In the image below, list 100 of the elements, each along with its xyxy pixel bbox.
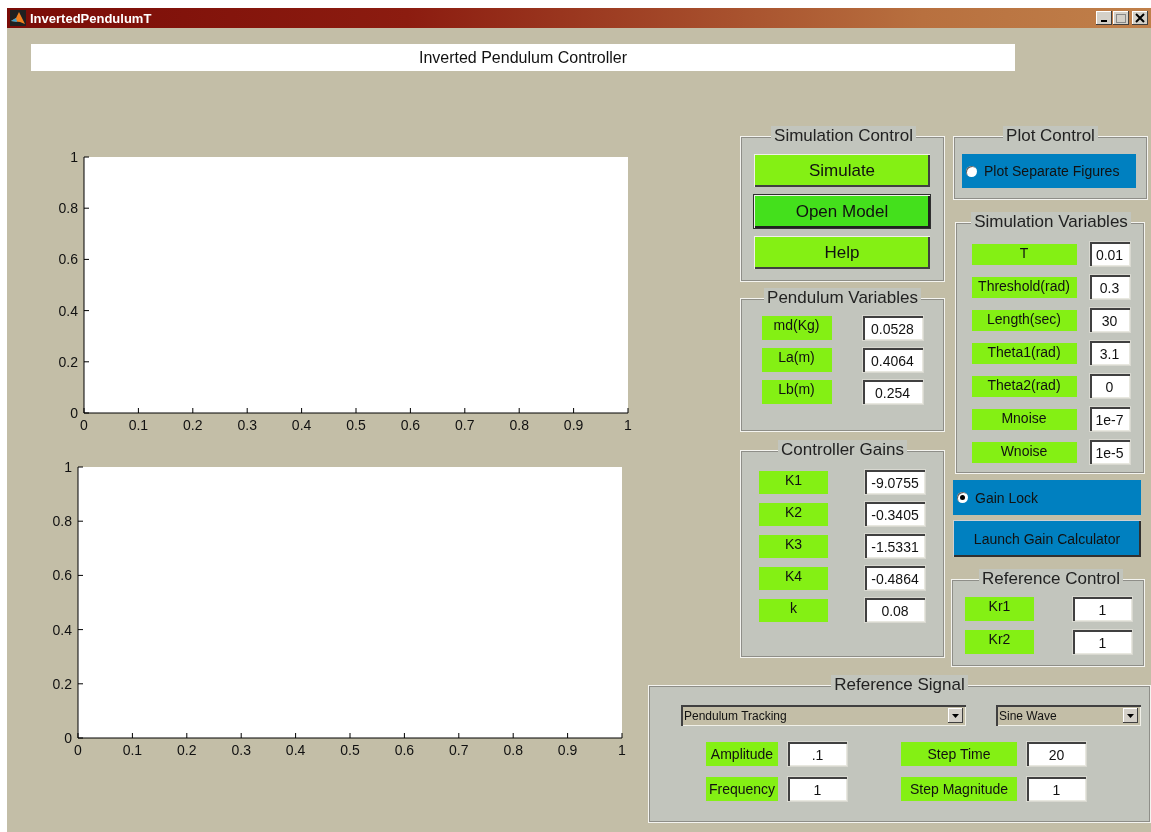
input-field[interactable]: 0.01 [1089,242,1130,266]
close-icon [1135,13,1145,23]
tick-label: 0.6 [394,742,415,758]
dropdown-button[interactable] [1123,708,1138,723]
minimize-icon [1101,20,1107,22]
input-field[interactable]: 0.3 [1089,275,1130,299]
maximize-button[interactable] [1113,11,1129,25]
field-label: La(m) [761,348,832,372]
app-icon [10,10,26,26]
field-label: Step Magnitude [901,777,1017,801]
tick-label: 0.2 [183,417,203,433]
input-field[interactable]: 1e-7 [1089,407,1130,431]
close-button[interactable] [1132,11,1148,25]
tick-label: 0.8 [58,200,78,217]
action-button[interactable]: Simulate [754,154,930,187]
tick-label: 0.3 [231,742,251,758]
input-field[interactable]: 3.1 [1089,341,1130,365]
input-field[interactable]: .1 [788,742,847,766]
maximize-icon [1116,13,1126,23]
tick-label: 0.4 [52,621,72,638]
tick-label: 0.7 [449,742,469,758]
action-button[interactable]: Open Model [754,195,930,228]
tick-label: 0 [74,742,82,758]
field-label: Kr2 [965,630,1034,654]
input-field[interactable]: -1.5331 [865,534,925,558]
input-field[interactable]: 0.4064 [862,348,923,372]
tick-label: 0.1 [128,417,149,433]
input-field[interactable]: -0.3405 [865,502,925,526]
input-field[interactable]: -0.4864 [865,566,925,590]
caret-icon [952,713,959,718]
field-label: Theta2(rad) [971,375,1077,397]
minimize-button[interactable] [1096,11,1112,25]
field-label: Threshold(rad) [971,276,1077,298]
input-field[interactable]: 1 [1073,630,1132,654]
tick-label: 0.5 [346,417,366,433]
dropdown-value: Sine Wave [999,708,1058,723]
tick-label: 0.4 [58,302,78,319]
panel-title: Reference Signal [831,675,968,695]
dropdown-value: Pendulum Tracking [684,708,788,723]
input-field[interactable]: 1 [1027,777,1086,801]
window-title: InvertedPendulumT [30,10,153,26]
dropdown[interactable]: Pendulum Tracking [681,705,966,726]
tick-label: 0 [80,417,88,433]
field-label: K3 [759,534,828,558]
radio-button[interactable] [966,165,977,177]
caret-icon [1127,713,1134,718]
field-label: K2 [759,502,828,526]
header-title: Inverted Pendulum Controller [31,44,1015,71]
tick-label: 0 [64,730,72,746]
input-field[interactable]: 1e-5 [1089,440,1130,464]
dropdown[interactable]: Sine Wave [996,705,1141,726]
tick-label: 1 [64,459,72,475]
input-field[interactable]: 0.0528 [862,316,923,340]
input-field[interactable]: 30 [1089,308,1130,332]
field-label: T [971,243,1077,265]
input-field[interactable]: -9.0755 [865,470,925,494]
tick-label: 0.3 [237,417,257,433]
tick-label: 1 [618,742,626,758]
tick-label: 0.2 [52,675,72,692]
field-label: Theta1(rad) [971,342,1077,364]
tick-label: 0.9 [557,742,578,758]
field-label: Amplitude [706,742,778,766]
tick-label: 0.8 [509,417,529,433]
field-label: Step Time [901,742,1017,766]
input-field[interactable]: 20 [1027,742,1086,766]
tick-label: 0.6 [400,417,421,433]
input-field[interactable]: 1 [1073,597,1132,621]
dropdown-button[interactable] [948,708,963,723]
tick-label: 0.4 [291,417,312,433]
tick-label: 0.7 [455,417,475,433]
tick-label: 0.2 [177,742,197,758]
field-label: K4 [759,566,828,590]
field-label: k [759,598,828,622]
field-label: Lb(m) [761,380,832,404]
action-button[interactable]: Help [754,236,930,269]
field-label: Mnoise [971,408,1077,430]
field-label: Frequency [706,777,778,801]
field-label: md(Kg) [761,316,832,340]
field-label: K1 [759,470,828,494]
input-field[interactable]: 1 [788,777,847,801]
input-field[interactable]: 0 [1089,374,1130,398]
launch-button[interactable]: Launch Gain Calculator [953,520,1141,557]
tick-label: 1 [70,149,78,165]
tick-label: 1 [624,417,632,433]
tick-label: 0.8 [52,513,72,530]
radio-button[interactable] [957,492,968,503]
tick-label: 0.6 [58,251,78,268]
tick-label: 0.6 [52,567,72,584]
field-label: Length(sec) [971,309,1077,331]
tick-label: 0.9 [563,417,584,433]
tick-label: 0.1 [122,742,143,758]
tick-label: 0.2 [58,353,78,370]
input-field[interactable]: 0.08 [865,598,925,622]
tick-label: 0 [70,405,78,421]
field-label: Kr1 [965,597,1034,621]
tick-label: 0.5 [340,742,360,758]
field-label: Wnoise [971,441,1077,463]
radio-option[interactable]: Gain Lock [953,480,1141,515]
radio-option[interactable]: Plot Separate Figures [962,154,1136,188]
input-field[interactable]: 0.254 [862,380,923,404]
